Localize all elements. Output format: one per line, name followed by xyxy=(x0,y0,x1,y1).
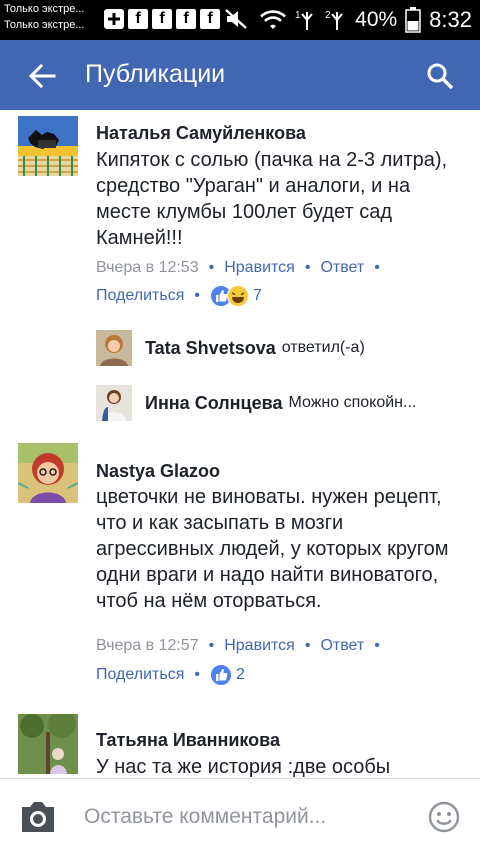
avatar xyxy=(96,385,132,421)
comment-author[interactable]: Татьяна Иванникова xyxy=(96,730,280,751)
share-link[interactable]: Поделиться xyxy=(96,287,184,305)
facebook-notification-icon: f xyxy=(200,9,220,29)
like-link[interactable]: Нравится xyxy=(224,259,295,277)
reply-item[interactable]: Tata Shvetsova ответил(-а) xyxy=(96,330,480,366)
reactions-count: 2 xyxy=(235,666,245,683)
clock: 8:32 xyxy=(429,7,472,32)
signal-sim1-icon: 1 xyxy=(295,10,313,30)
separator-dot: • xyxy=(208,637,215,654)
like-link[interactable]: Нравится xyxy=(224,637,295,655)
avatar[interactable] xyxy=(18,714,78,774)
comment-timestamp: Вчера в 12:53 xyxy=(96,259,199,276)
app-bar: Публикации xyxy=(0,40,480,110)
comment-composer xyxy=(0,778,480,854)
comments-list[interactable]: Наталья Самуйленкова Кипяток с солью (па… xyxy=(0,110,480,778)
wifi-icon xyxy=(260,10,287,29)
plus-notification-icon xyxy=(104,9,124,29)
reply-item[interactable]: Инна Солнцева Можно спокойн... xyxy=(96,385,480,421)
comment-text: цветочки не виноваты. нужен рецепт, что … xyxy=(96,486,449,612)
facebook-notification-icon: f xyxy=(152,9,172,29)
camera-button[interactable] xyxy=(18,799,58,835)
search-icon xyxy=(427,63,454,90)
notification-text: Только экстре... xyxy=(4,19,85,31)
reply-author: Tata Shvetsova xyxy=(145,337,276,358)
camera-icon xyxy=(22,802,54,832)
share-link[interactable]: Поделиться xyxy=(96,666,184,684)
comment-text: У нас та же история :две особы пожилого … xyxy=(96,756,391,778)
comment-input[interactable] xyxy=(84,803,384,831)
reply-text: Можно спокойн... xyxy=(288,394,417,411)
search-button[interactable] xyxy=(418,54,462,98)
haha-reaction-icon xyxy=(226,285,249,307)
comment-actions: Вчера в 12:53 • Нравится • Ответ • xyxy=(96,259,390,277)
reply-text: ответил(-а) xyxy=(281,339,365,356)
smiley-icon xyxy=(428,801,460,833)
notification-text: Только экстре... xyxy=(4,3,85,15)
comment-timestamp: Вчера в 12:57 xyxy=(96,637,199,654)
reactions-summary[interactable]: 2 xyxy=(209,664,245,686)
svg-text:1: 1 xyxy=(295,10,301,21)
reactions-summary[interactable]: 7 xyxy=(209,285,262,307)
svg-text:2: 2 xyxy=(325,10,331,21)
separator-dot: • xyxy=(304,259,311,276)
reactions-count: 7 xyxy=(252,287,262,304)
notification-icons: f f f f xyxy=(104,8,248,30)
mute-icon xyxy=(225,9,247,29)
comment-text: Кипяток с солью (пачка на 2-3 литра), ср… xyxy=(96,149,448,249)
system-indicators: 1 2 40% 8:32 xyxy=(259,0,472,40)
facebook-notification-icon: f xyxy=(176,9,196,29)
separator-dot: • xyxy=(374,637,380,654)
avatar xyxy=(96,330,132,366)
comment-actions: Вчера в 12:57 • Нравится • Ответ • xyxy=(96,637,390,655)
status-bar: Только экстре... Только экстре... f f f … xyxy=(0,0,480,40)
comment-actions-row2: Поделиться • 2 xyxy=(96,664,245,686)
separator-dot: • xyxy=(208,259,215,276)
separator-dot: • xyxy=(194,666,200,683)
signal-sim2-icon: 2 xyxy=(325,10,343,30)
emoji-button[interactable] xyxy=(428,801,460,833)
comment-author[interactable]: Nastya Glazoo xyxy=(96,461,220,482)
reply-author: Инна Солнцева xyxy=(145,392,283,413)
page-title: Публикации xyxy=(85,60,226,88)
reply-link[interactable]: Ответ xyxy=(320,259,364,277)
comment-actions-row2: Поделиться • 7 xyxy=(96,285,262,307)
battery-percent: 40% xyxy=(355,8,398,31)
arrow-left-icon xyxy=(28,63,56,89)
avatar[interactable] xyxy=(18,116,78,176)
avatar[interactable] xyxy=(18,443,78,503)
separator-dot: • xyxy=(374,259,380,276)
reply-link[interactable]: Ответ xyxy=(320,637,364,655)
separator-dot: • xyxy=(194,287,200,304)
comment-author[interactable]: Наталья Самуйленкова xyxy=(96,123,306,144)
battery-icon xyxy=(405,7,421,33)
back-button[interactable] xyxy=(20,54,64,98)
facebook-notification-icon: f xyxy=(128,9,148,29)
like-reaction-icon xyxy=(209,664,232,686)
separator-dot: • xyxy=(304,637,311,654)
